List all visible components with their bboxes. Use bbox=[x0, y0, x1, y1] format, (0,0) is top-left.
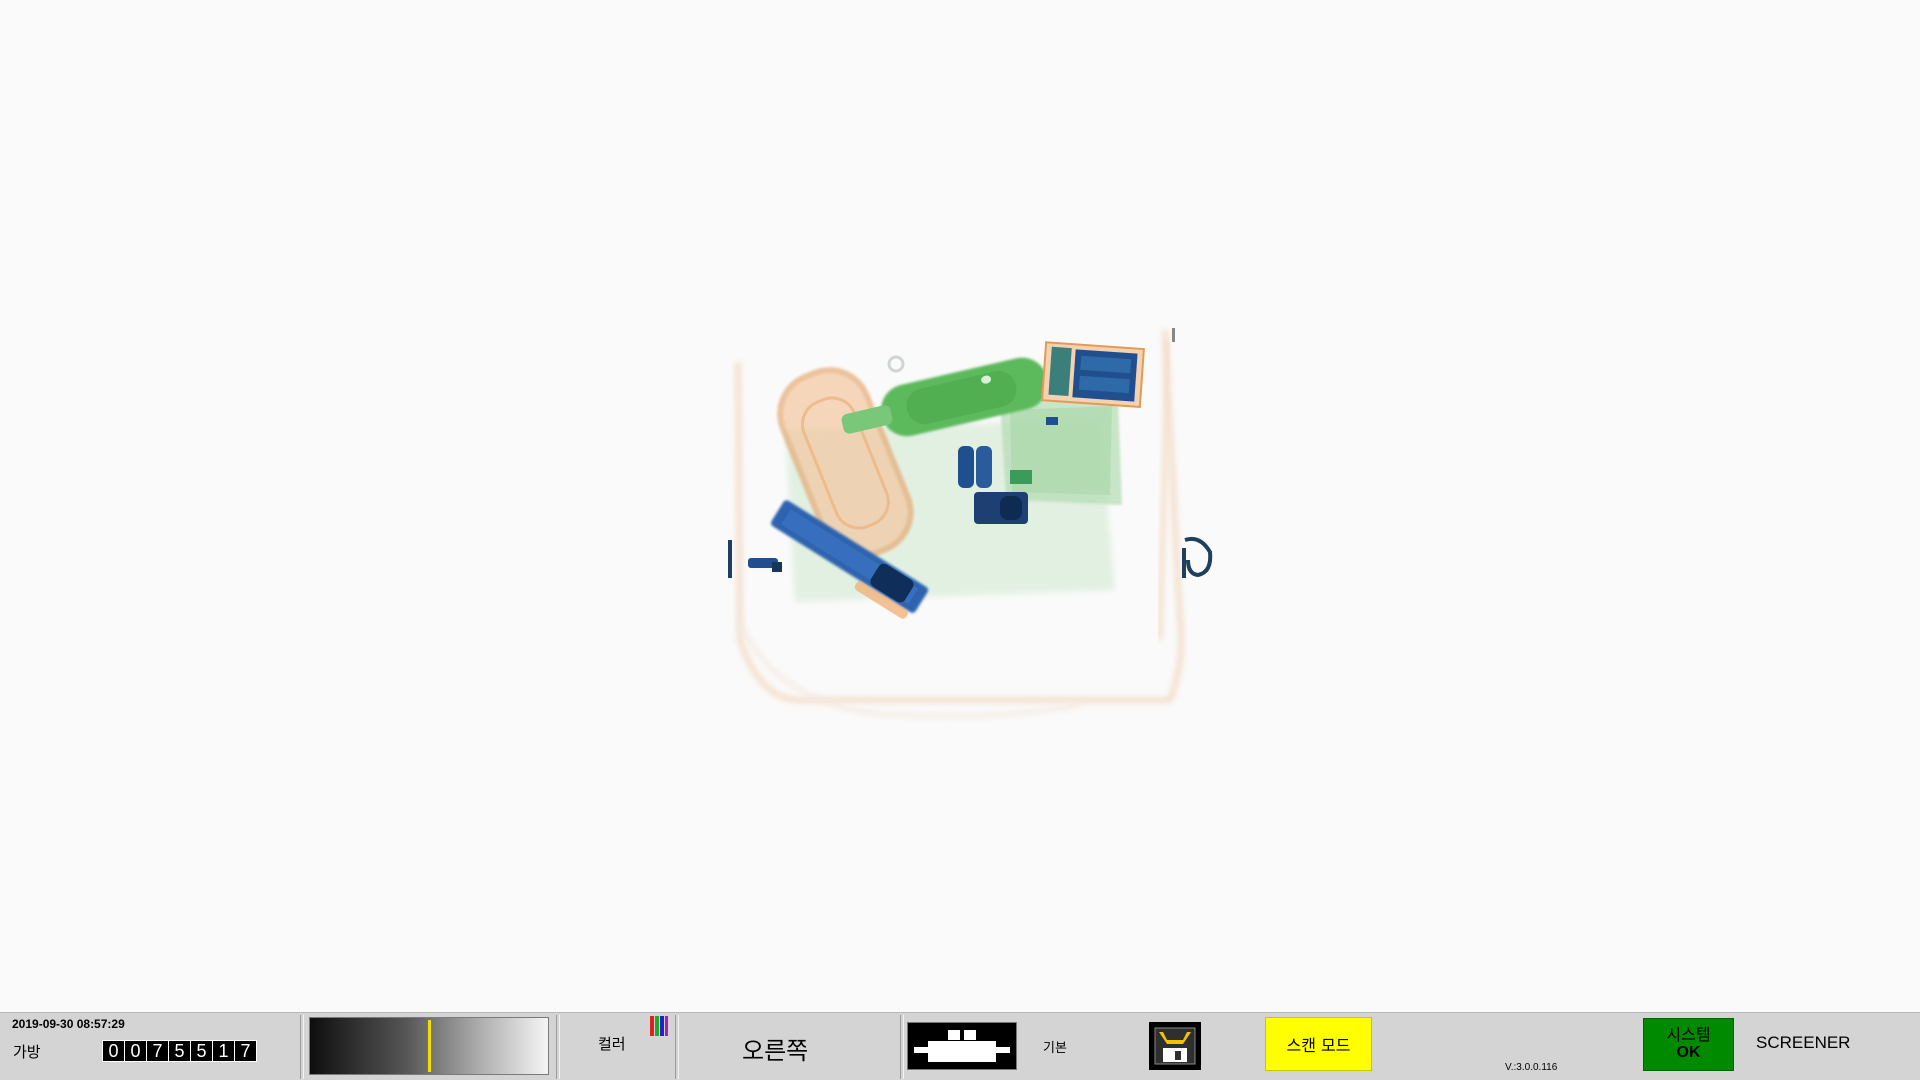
color-stripes-icon bbox=[650, 1016, 668, 1036]
mode-label: 기본 bbox=[1043, 1041, 1067, 1056]
divider bbox=[675, 1015, 679, 1079]
scan-mode-button[interactable]: 스캔 모드 bbox=[1265, 1017, 1372, 1071]
conveyor-belt-button[interactable] bbox=[907, 1022, 1017, 1070]
system-status-indicator[interactable]: 시스템 OK bbox=[1643, 1018, 1734, 1071]
conveyor-belt-icon bbox=[914, 1030, 1010, 1062]
divider bbox=[900, 1015, 904, 1079]
divider bbox=[300, 1015, 304, 1079]
bag-count-label: 가방 bbox=[13, 1043, 41, 1061]
system-status-title: 시스템 bbox=[1666, 1025, 1711, 1044]
left-zipper-object bbox=[728, 540, 782, 578]
grayscale-slider-marker[interactable] bbox=[428, 1020, 431, 1072]
system-status-value: OK bbox=[1676, 1044, 1701, 1061]
bag-counter: 0 0 7 5 5 1 7 bbox=[102, 1040, 257, 1062]
xray-scan-image bbox=[728, 328, 1213, 719]
status-bar: 2019-09-30 08:57:29 가방 0 0 7 5 5 1 7 컬러 … bbox=[0, 1012, 1920, 1080]
divider bbox=[556, 1015, 560, 1079]
bag-counter-digit: 0 bbox=[125, 1041, 146, 1061]
xray-image-viewer[interactable] bbox=[0, 0, 1920, 1012]
save-image-button[interactable] bbox=[1149, 1022, 1201, 1070]
direction-button[interactable]: 오른쪽 bbox=[742, 1031, 808, 1066]
bag-counter-digit: 5 bbox=[169, 1041, 190, 1061]
bag-counter-digit: 7 bbox=[147, 1041, 168, 1061]
grayscale-adjust-slider[interactable] bbox=[309, 1017, 549, 1075]
bag-counter-digit: 0 bbox=[103, 1041, 124, 1061]
bag-counter-digit: 1 bbox=[213, 1041, 234, 1061]
bag-counter-digit: 7 bbox=[235, 1041, 256, 1061]
datetime-label: 2019-09-30 08:57:29 bbox=[12, 1017, 125, 1031]
save-floppy-icon bbox=[1154, 1027, 1196, 1065]
user-role-label: SCREENER bbox=[1756, 1033, 1851, 1052]
bag-counter-digit: 5 bbox=[191, 1041, 212, 1061]
electronic-device-object bbox=[1041, 341, 1145, 409]
version-label: V.:3.0.0.116 bbox=[1505, 1062, 1558, 1073]
color-mode-button[interactable]: 컬러 bbox=[598, 1033, 626, 1054]
